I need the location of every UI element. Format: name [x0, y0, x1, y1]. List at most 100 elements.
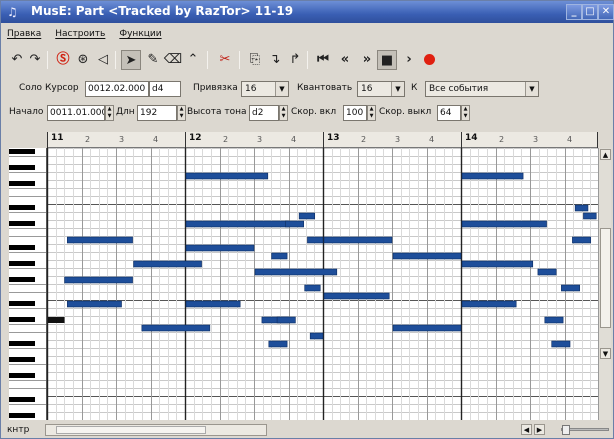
black-key[interactable]: [9, 413, 35, 418]
loop-end-icon[interactable]: ↱: [285, 50, 305, 70]
menu-settings[interactable]: Настроить: [55, 29, 105, 39]
beat-label: 2: [361, 135, 367, 144]
zoom-slider-knob[interactable]: [562, 425, 570, 435]
vertical-scrollbar[interactable]: ▲ ▼: [598, 148, 611, 420]
play-icon[interactable]: ›: [399, 50, 419, 70]
bar-tick: [185, 132, 186, 148]
note-canvas[interactable]: [47, 148, 598, 420]
snap-select[interactable]: 16 ▼: [241, 81, 289, 97]
scroll-up-icon[interactable]: ▲: [600, 149, 611, 160]
white-key-separator: [9, 196, 46, 197]
midi-note: [141, 324, 211, 332]
length-label: Длн: [116, 107, 135, 117]
quantize-value: 16: [361, 84, 373, 94]
scroll-right-icon[interactable]: ▶: [534, 424, 545, 435]
eraser-tool-icon[interactable]: ⌫: [163, 50, 183, 70]
pencil-tool-icon[interactable]: ✎: [143, 50, 163, 70]
redo-icon[interactable]: ↷: [25, 50, 45, 70]
forward-icon[interactable]: »: [357, 50, 377, 70]
velocity-on-spinner[interactable]: ▲ ▼: [367, 105, 376, 121]
beat-label: 2: [223, 135, 229, 144]
midi-note: [461, 300, 517, 308]
beat-label: 4: [429, 135, 435, 144]
velocity-off-spinner[interactable]: ▲ ▼: [461, 105, 470, 121]
black-key[interactable]: [9, 397, 35, 402]
toolbar-separator: [115, 51, 116, 69]
scroll-down-icon[interactable]: ▼: [600, 348, 611, 359]
white-key-separator: [9, 212, 46, 213]
close-button[interactable]: ✕: [598, 4, 614, 20]
solo-icon[interactable]: Ⓢ: [53, 50, 73, 70]
midi-note: [551, 340, 571, 348]
time-ruler[interactable]: 11 2 3 4 12 2 3 4 13 2 3 4 14 2 3 4 1: [47, 132, 598, 148]
pitch-spinner[interactable]: ▲ ▼: [279, 105, 288, 121]
midi-note: [392, 324, 462, 332]
pitch-field[interactable]: d2: [249, 105, 279, 121]
midi-note: [461, 220, 547, 228]
midi-note: [307, 236, 324, 244]
menu-edit[interactable]: Правка: [7, 29, 41, 39]
event-filter-select[interactable]: Все события ▼: [425, 81, 539, 97]
start-spinner[interactable]: ▲ ▼: [105, 105, 114, 121]
length-field[interactable]: 192: [137, 105, 177, 121]
quantize-select[interactable]: 16 ▼: [357, 81, 405, 97]
bar-number: 11: [51, 133, 64, 143]
velocity-off-field[interactable]: 64: [437, 105, 461, 121]
midi-note: [185, 220, 289, 228]
vertical-scroll-thumb[interactable]: [600, 228, 611, 328]
loop-start-icon[interactable]: ↴: [265, 50, 285, 70]
panic-icon[interactable]: ⎘: [245, 50, 265, 70]
black-key[interactable]: [9, 245, 35, 250]
minimize-button[interactable]: _: [566, 4, 582, 20]
k-label: К: [411, 83, 418, 93]
bar-tick: [597, 132, 598, 148]
velocity-on-field[interactable]: 100: [343, 105, 367, 121]
white-key-separator: [9, 388, 46, 389]
undo-icon[interactable]: ↶: [7, 50, 27, 70]
piano-roll-grid[interactable]: [47, 148, 598, 420]
cursor-pitch-field[interactable]: d4: [149, 81, 181, 97]
black-key[interactable]: [9, 205, 35, 210]
black-key[interactable]: [9, 317, 35, 322]
title-bar[interactable]: ♫ MusE: Part <Tracked by RazTor> 11-19 _…: [1, 1, 614, 23]
scroll-left-icon[interactable]: ◀: [521, 424, 532, 435]
stop-icon[interactable]: ■: [377, 50, 397, 70]
white-key-separator: [9, 188, 46, 189]
black-key[interactable]: [9, 341, 35, 346]
black-key[interactable]: [9, 221, 35, 226]
rewind-icon[interactable]: «: [335, 50, 355, 70]
midi-note: [461, 172, 524, 180]
black-key[interactable]: [9, 261, 35, 266]
window: ♫ MusE: Part <Tracked by RazTor> 11-19 _…: [0, 0, 614, 439]
draw-line-tool-icon[interactable]: ⌃: [183, 50, 203, 70]
black-key[interactable]: [9, 277, 35, 282]
menu-functions[interactable]: Функции: [119, 29, 161, 39]
length-spinner[interactable]: ▲ ▼: [177, 105, 186, 121]
maximize-button[interactable]: □: [582, 4, 598, 20]
black-key[interactable]: [9, 301, 35, 306]
start-field[interactable]: 0011.01.000: [47, 105, 105, 121]
beat-label: 3: [533, 135, 539, 144]
white-key-separator: [9, 252, 46, 253]
cursor-position-field[interactable]: 0012.02.000: [85, 81, 149, 97]
black-key[interactable]: [9, 181, 35, 186]
pointer-tool-icon[interactable]: ➤: [121, 50, 141, 70]
black-key[interactable]: [9, 165, 35, 170]
black-key[interactable]: [9, 149, 35, 154]
horizontal-scroll-thumb[interactable]: [56, 426, 206, 434]
piano-keyboard[interactable]: [9, 148, 47, 420]
midi-note: [133, 260, 202, 268]
bar-tick: [323, 132, 324, 148]
black-key[interactable]: [9, 357, 35, 362]
white-key-separator: [9, 380, 46, 381]
rewind-start-icon[interactable]: ⏮: [313, 50, 333, 70]
midi-note: [561, 284, 580, 292]
record-icon[interactable]: [419, 50, 439, 70]
midi-note: [67, 300, 122, 308]
step-record-icon[interactable]: ⊛: [73, 50, 93, 70]
zoom-slider[interactable]: [561, 425, 609, 435]
horizontal-scrollbar[interactable]: [45, 424, 267, 436]
black-key[interactable]: [9, 373, 35, 378]
cut-notes-icon[interactable]: ✂: [215, 50, 235, 70]
speaker-icon[interactable]: ◁: [93, 50, 113, 70]
